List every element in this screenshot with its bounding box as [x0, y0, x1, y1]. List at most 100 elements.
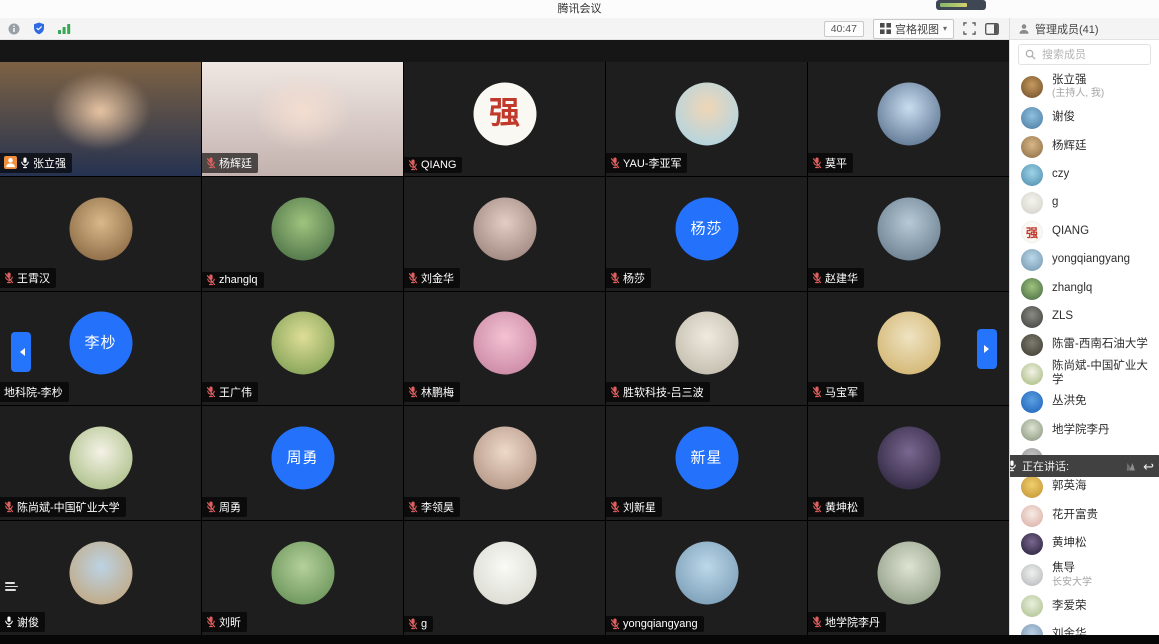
- member-text: 刘金华: [1052, 628, 1087, 635]
- sidebar-toggle-icon[interactable]: [985, 23, 999, 35]
- bottom-bar: [0, 635, 1159, 644]
- mic-muted-icon: [206, 386, 216, 398]
- participant-name: 王霄汉: [17, 270, 50, 286]
- member-text: 地学院李丹: [1052, 424, 1110, 438]
- member-name: zhanglq: [1052, 282, 1092, 296]
- network-signal-icon[interactable]: [58, 23, 71, 34]
- member-row[interactable]: 焦导长安大学: [1010, 558, 1159, 592]
- video-tile[interactable]: zhanglq: [202, 177, 403, 291]
- mic-muted-icon: [206, 157, 216, 169]
- participant-name-label: 王广伟: [202, 382, 258, 402]
- member-row[interactable]: g: [1010, 189, 1159, 217]
- participant-name: 刘新星: [623, 499, 656, 515]
- tencent-meeting-window: 腾讯会议 40:47 宫格视图 ▾: [0, 0, 1159, 644]
- participant-avatar: [271, 542, 334, 605]
- video-tile[interactable]: yongqiangyang: [606, 521, 807, 635]
- participant-avatar: 强: [473, 82, 536, 145]
- video-tile[interactable]: 杨辉廷: [202, 62, 403, 176]
- video-tile[interactable]: 胜软科技-吕三波: [606, 292, 807, 406]
- member-subtitle: 长安大学: [1052, 577, 1092, 589]
- member-name: g: [1052, 196, 1058, 210]
- video-tile[interactable]: 刘金华: [404, 177, 605, 291]
- member-text: yongqiangyang: [1052, 253, 1130, 267]
- video-tile[interactable]: YAU-李亚军: [606, 62, 807, 176]
- video-tile[interactable]: 陈尚斌-中国矿业大学: [0, 406, 201, 520]
- video-tile[interactable]: 地学院李丹: [808, 521, 1009, 635]
- participant-avatar: [1021, 505, 1043, 527]
- member-row[interactable]: zhanglq: [1010, 274, 1159, 302]
- member-row[interactable]: 陈尚斌-中国矿业大学: [1010, 360, 1159, 388]
- participant-avatar: [473, 197, 536, 260]
- participant-avatar: 新星: [675, 427, 738, 490]
- video-tile[interactable]: 新星刘新星: [606, 406, 807, 520]
- member-row[interactable]: 丛洪免: [1010, 388, 1159, 416]
- participant-avatar: [675, 542, 738, 605]
- participant-avatar: [69, 427, 132, 490]
- member-row[interactable]: 刘金华: [1010, 621, 1159, 635]
- mic-muted-icon: [812, 616, 822, 628]
- member-row[interactable]: 陈雷-西南石油大学: [1010, 331, 1159, 359]
- view-mode-label: 宫格视图: [895, 21, 939, 37]
- video-tile[interactable]: 杨莎杨莎: [606, 177, 807, 291]
- member-row[interactable]: czy: [1010, 161, 1159, 189]
- member-row[interactable]: 黄坤松: [1010, 530, 1159, 558]
- participant-name: 谢俊: [17, 614, 39, 630]
- video-tile[interactable]: 黄坤松: [808, 406, 1009, 520]
- member-row[interactable]: 地学院李丹: [1010, 416, 1159, 444]
- mic-muted-icon: [4, 272, 14, 284]
- fullscreen-icon[interactable]: [963, 22, 976, 35]
- participant-name: 刘金华: [421, 270, 454, 286]
- video-tile[interactable]: 周勇周勇: [202, 406, 403, 520]
- grid-page-prev-button[interactable]: [11, 332, 31, 372]
- video-tile[interactable]: 张立强: [0, 62, 201, 176]
- video-tile[interactable]: g: [404, 521, 605, 635]
- member-row[interactable]: 谢俊: [1010, 104, 1159, 132]
- caption-list-icon[interactable]: [2, 578, 22, 595]
- video-tile[interactable]: 谢俊: [0, 521, 201, 635]
- member-text: 郭英海: [1052, 480, 1087, 494]
- participant-name: QIANG: [421, 159, 456, 171]
- member-search-input[interactable]: [1040, 48, 1144, 62]
- member-text: 陈尚斌-中国矿业大学: [1052, 360, 1159, 388]
- video-tile[interactable]: 李领昊: [404, 406, 605, 520]
- member-search-box[interactable]: [1018, 44, 1151, 65]
- chevron-left-icon: [16, 348, 25, 356]
- toolbar-right-controls: 40:47 宫格视图 ▾: [824, 19, 1009, 39]
- participant-name: 刘昕: [219, 614, 241, 630]
- member-row[interactable]: yongqiangyang: [1010, 246, 1159, 274]
- video-tile[interactable]: 王广伟: [202, 292, 403, 406]
- member-row[interactable]: 郭英海: [1010, 473, 1159, 501]
- video-tile[interactable]: 强 QIANG: [404, 62, 605, 176]
- undo-arrow-icon[interactable]: ↩: [1143, 460, 1154, 473]
- reaction-hands-icon[interactable]: [1122, 460, 1138, 472]
- security-shield-icon[interactable]: [33, 22, 45, 35]
- mic-muted-icon: [812, 272, 822, 284]
- member-name: 刘金华: [1052, 628, 1087, 635]
- video-tile[interactable]: 莫平: [808, 62, 1009, 176]
- video-tile[interactable]: 刘昕: [202, 521, 403, 635]
- member-row[interactable]: 张立强(主持人, 我): [1010, 70, 1159, 104]
- participant-avatar: [271, 197, 334, 260]
- member-row[interactable]: 强QIANG: [1010, 218, 1159, 246]
- member-text: 陈雷-西南石油大学: [1052, 338, 1148, 352]
- participant-name: 杨辉廷: [219, 155, 252, 171]
- member-row[interactable]: 花开富贵: [1010, 501, 1159, 529]
- member-row[interactable]: 李爱荣: [1010, 592, 1159, 620]
- grid-page-next-button[interactable]: [977, 329, 997, 369]
- participant-name-label: yongqiangyang: [606, 616, 704, 632]
- member-text: ZLS: [1052, 310, 1073, 324]
- member-name: 丛洪免: [1052, 395, 1087, 409]
- video-tile[interactable]: 王霄汉: [0, 177, 201, 291]
- member-row[interactable]: ZLS: [1010, 303, 1159, 331]
- meeting-info-icon[interactable]: [8, 23, 20, 35]
- member-text: 杨辉廷: [1052, 140, 1087, 154]
- participant-name-label: 地学院李丹: [808, 612, 886, 632]
- member-list: 张立强(主持人, 我)谢俊杨辉廷 czy g 强QIANG yongqiangyang z…: [1010, 70, 1159, 635]
- participant-name-label: 杨辉廷: [202, 153, 258, 173]
- member-row[interactable]: 杨辉廷: [1010, 132, 1159, 160]
- mic-muted-icon: [206, 501, 216, 513]
- view-mode-selector[interactable]: 宫格视图 ▾: [873, 19, 954, 39]
- mic-on-icon: [20, 157, 30, 169]
- video-tile[interactable]: 林鹏梅: [404, 292, 605, 406]
- video-tile[interactable]: 赵建华: [808, 177, 1009, 291]
